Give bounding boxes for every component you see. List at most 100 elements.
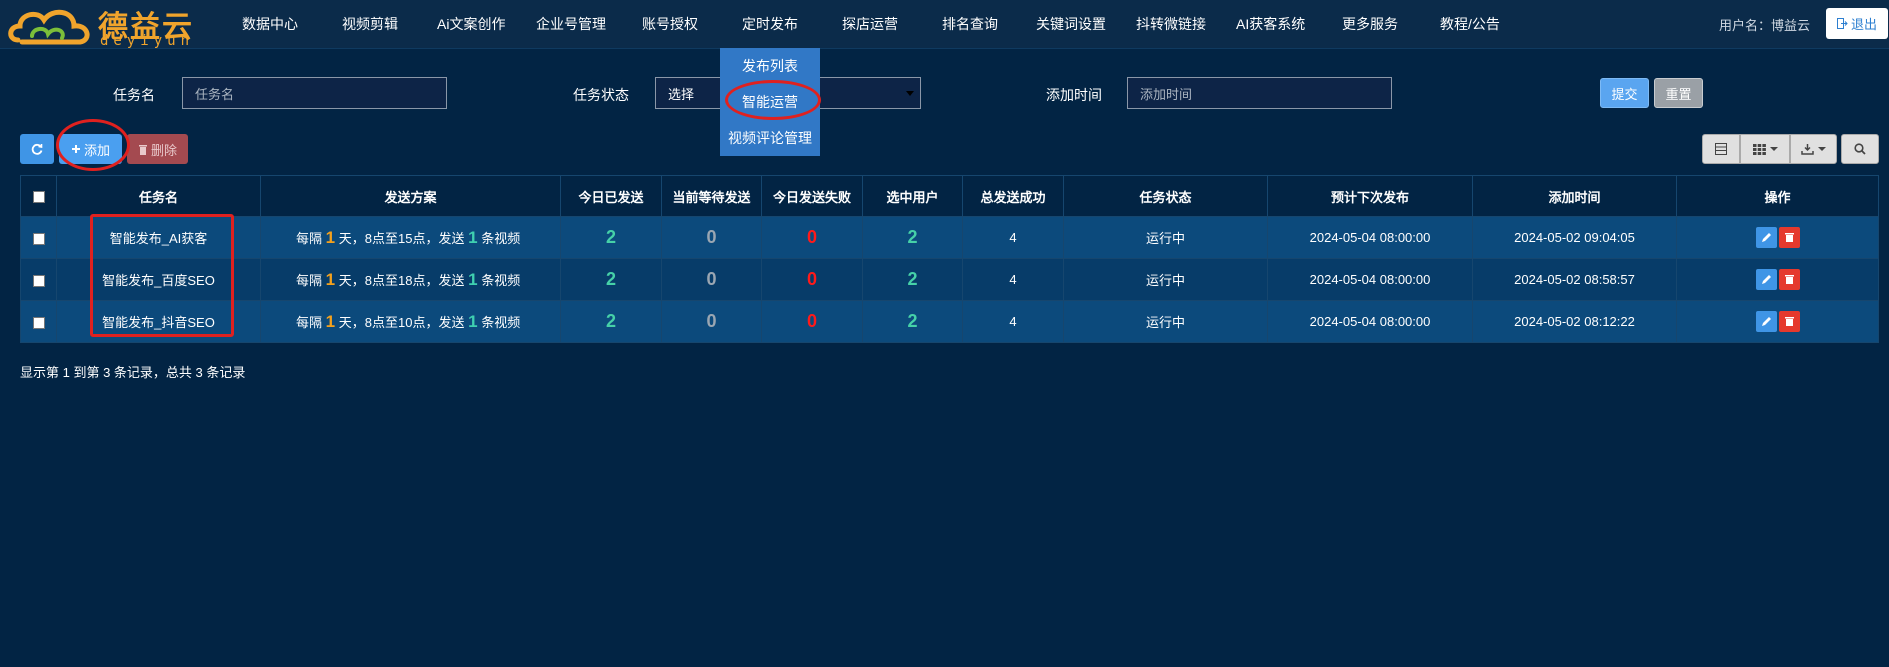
task-name-input[interactable]: 任务名 xyxy=(182,77,447,109)
nav-item-enterprise-account[interactable]: 企业号管理 xyxy=(536,14,606,34)
nav-item-ai-copywriting[interactable]: Ai文案创作 xyxy=(437,14,505,34)
nav-item-keyword-settings[interactable]: 关键词设置 xyxy=(1036,14,1106,34)
nav-item-scheduled-publish[interactable]: 定时发布 xyxy=(742,14,798,34)
add-time-label: 添加时间 xyxy=(1046,87,1102,103)
edit-button[interactable] xyxy=(1755,269,1777,290)
row-select-cell xyxy=(20,258,57,301)
nav-item-ranking-query[interactable]: 排名查询 xyxy=(942,14,998,34)
nav-item-data-center[interactable]: 数据中心 xyxy=(242,14,298,34)
plan-count: 1 xyxy=(468,311,478,331)
col-header-task-status[interactable]: 任务状态 xyxy=(1063,175,1268,217)
dropdown-item-publish-list[interactable]: 发布列表 xyxy=(720,56,820,76)
plan-prefix: 每隔 xyxy=(296,314,323,330)
col-header-waiting[interactable]: 当前等待发送 xyxy=(661,175,762,217)
search-button[interactable] xyxy=(1841,134,1879,164)
send-plan-cell: 每隔 1 天，8点至15点，发送 1 条视频 xyxy=(260,216,561,259)
selected-users-cell: 2 xyxy=(862,258,963,301)
col-header-next-publish[interactable]: 预计下次发布 xyxy=(1267,175,1473,217)
plan-day-unit: 天， xyxy=(338,272,365,288)
delete-row-button[interactable] xyxy=(1778,227,1800,248)
nav-item-account-auth[interactable]: 账号授权 xyxy=(642,14,698,34)
nav-item-ai-customer[interactable]: AI获客系统 xyxy=(1236,14,1305,34)
total-success-cell: 4 xyxy=(962,216,1064,259)
pagination-info: 显示第 1 到第 3 条记录，总共 3 条记录 xyxy=(20,365,246,380)
reset-button[interactable]: 重置 xyxy=(1654,78,1703,108)
nav-item-douyin-wechat-link[interactable]: 抖转微链接 xyxy=(1136,14,1206,34)
select-all-checkbox[interactable] xyxy=(32,191,45,204)
delete-row-button[interactable] xyxy=(1778,269,1800,290)
table-row: 智能发布_抖音SEO 每隔 1 天，8点至10点，发送 1 条视频 2 0 0 … xyxy=(20,300,1879,343)
refresh-button[interactable] xyxy=(20,134,54,164)
delete-row-button[interactable] xyxy=(1778,311,1800,332)
add-button[interactable]: 添加 xyxy=(59,134,122,164)
added-time-cell: 2024-05-02 08:12:22 xyxy=(1472,300,1677,343)
trash-icon xyxy=(1784,317,1794,326)
col-header-failed-today[interactable]: 今日发送失败 xyxy=(761,175,863,217)
brand-logo[interactable]: 德益云 deyiyun xyxy=(8,2,198,49)
edit-button[interactable] xyxy=(1755,311,1777,332)
table-row: 智能发布_百度SEO 每隔 1 天，8点至18点，发送 1 条视频 2 0 0 … xyxy=(20,258,1879,301)
table-row: 智能发布_AI获客 每隔 1 天，8点至15点，发送 1 条视频 2 0 0 2… xyxy=(20,216,1879,259)
refresh-icon xyxy=(31,143,43,155)
plan-day-unit: 天， xyxy=(338,314,365,330)
send-plan-cell: 每隔 1 天，8点至10点，发送 1 条视频 xyxy=(260,300,561,343)
col-header-total-success[interactable]: 总发送成功 xyxy=(962,175,1064,217)
next-publish-cell: 2024-05-04 08:00:00 xyxy=(1267,258,1473,301)
pencil-icon xyxy=(1761,275,1771,284)
col-header-sent-today[interactable]: 今日已发送 xyxy=(560,175,662,217)
col-header-task-name[interactable]: 任务名 xyxy=(56,175,261,217)
col-header-selected-users[interactable]: 选中用户 xyxy=(862,175,963,217)
plan-hours: 8点至15点 xyxy=(364,230,426,246)
plan-prefix: 每隔 xyxy=(296,272,323,288)
edit-button[interactable] xyxy=(1755,227,1777,248)
plan-interval: 1 xyxy=(325,311,336,331)
plan-count: 1 xyxy=(468,269,478,289)
export-button[interactable] xyxy=(1790,134,1837,164)
plan-send: ，发送 xyxy=(425,230,465,246)
selected-users-cell: 2 xyxy=(862,216,963,259)
plus-icon xyxy=(71,145,80,153)
plan-suffix: 条视频 xyxy=(481,230,521,246)
view-toggle-button[interactable] xyxy=(1702,134,1740,164)
logout-button[interactable]: 退出 xyxy=(1826,8,1888,39)
caret-down-icon xyxy=(906,91,914,96)
failed-today-cell: 0 xyxy=(761,300,863,343)
delete-button[interactable]: 删除 xyxy=(127,134,188,164)
brand-name-en: deyiyun xyxy=(100,33,195,49)
logout-label: 退出 xyxy=(1850,17,1877,32)
waiting-cell: 0 xyxy=(661,216,762,259)
task-name-cell: 智能发布_百度SEO xyxy=(56,258,261,301)
task-name-label: 任务名 xyxy=(113,87,155,103)
row-checkbox[interactable] xyxy=(32,232,45,245)
plan-count: 1 xyxy=(468,227,478,247)
add-time-input[interactable]: 添加时间 xyxy=(1127,77,1392,109)
next-publish-cell: 2024-05-04 08:00:00 xyxy=(1267,216,1473,259)
dropdown-item-smart-operation[interactable]: 智能运营 xyxy=(720,92,820,112)
nav-item-video-edit[interactable]: 视频剪辑 xyxy=(342,14,398,34)
failed-today-cell: 0 xyxy=(761,216,863,259)
selected-users-cell: 2 xyxy=(862,300,963,343)
total-success-cell: 4 xyxy=(962,258,1064,301)
task-status-cell: 运行中 xyxy=(1063,216,1268,259)
row-checkbox[interactable] xyxy=(32,316,45,329)
plan-interval: 1 xyxy=(325,227,336,247)
nav-item-store-visit[interactable]: 探店运营 xyxy=(842,14,898,34)
col-header-added-time[interactable]: 添加时间 xyxy=(1472,175,1677,217)
submit-button[interactable]: 提交 xyxy=(1600,78,1649,108)
dropdown-item-video-comments[interactable]: 视频评论管理 xyxy=(720,128,820,148)
grid-icon xyxy=(1752,143,1766,155)
username-label: 用户名：博益云 xyxy=(1719,18,1811,33)
caret-down-icon xyxy=(1818,147,1826,151)
col-header-send-plan[interactable]: 发送方案 xyxy=(260,175,561,217)
pencil-icon xyxy=(1761,317,1771,326)
plan-suffix: 条视频 xyxy=(481,272,521,288)
nav-item-more-services[interactable]: 更多服务 xyxy=(1342,14,1398,34)
sent-today-cell: 2 xyxy=(560,258,662,301)
plan-suffix: 条视频 xyxy=(481,314,521,330)
nav-item-tutorials[interactable]: 教程/公告 xyxy=(1440,14,1500,34)
columns-button[interactable] xyxy=(1740,134,1790,164)
row-checkbox[interactable] xyxy=(32,274,45,287)
cloud-logo-icon xyxy=(8,9,90,45)
plan-interval: 1 xyxy=(325,269,336,289)
trash-icon xyxy=(1784,233,1794,242)
